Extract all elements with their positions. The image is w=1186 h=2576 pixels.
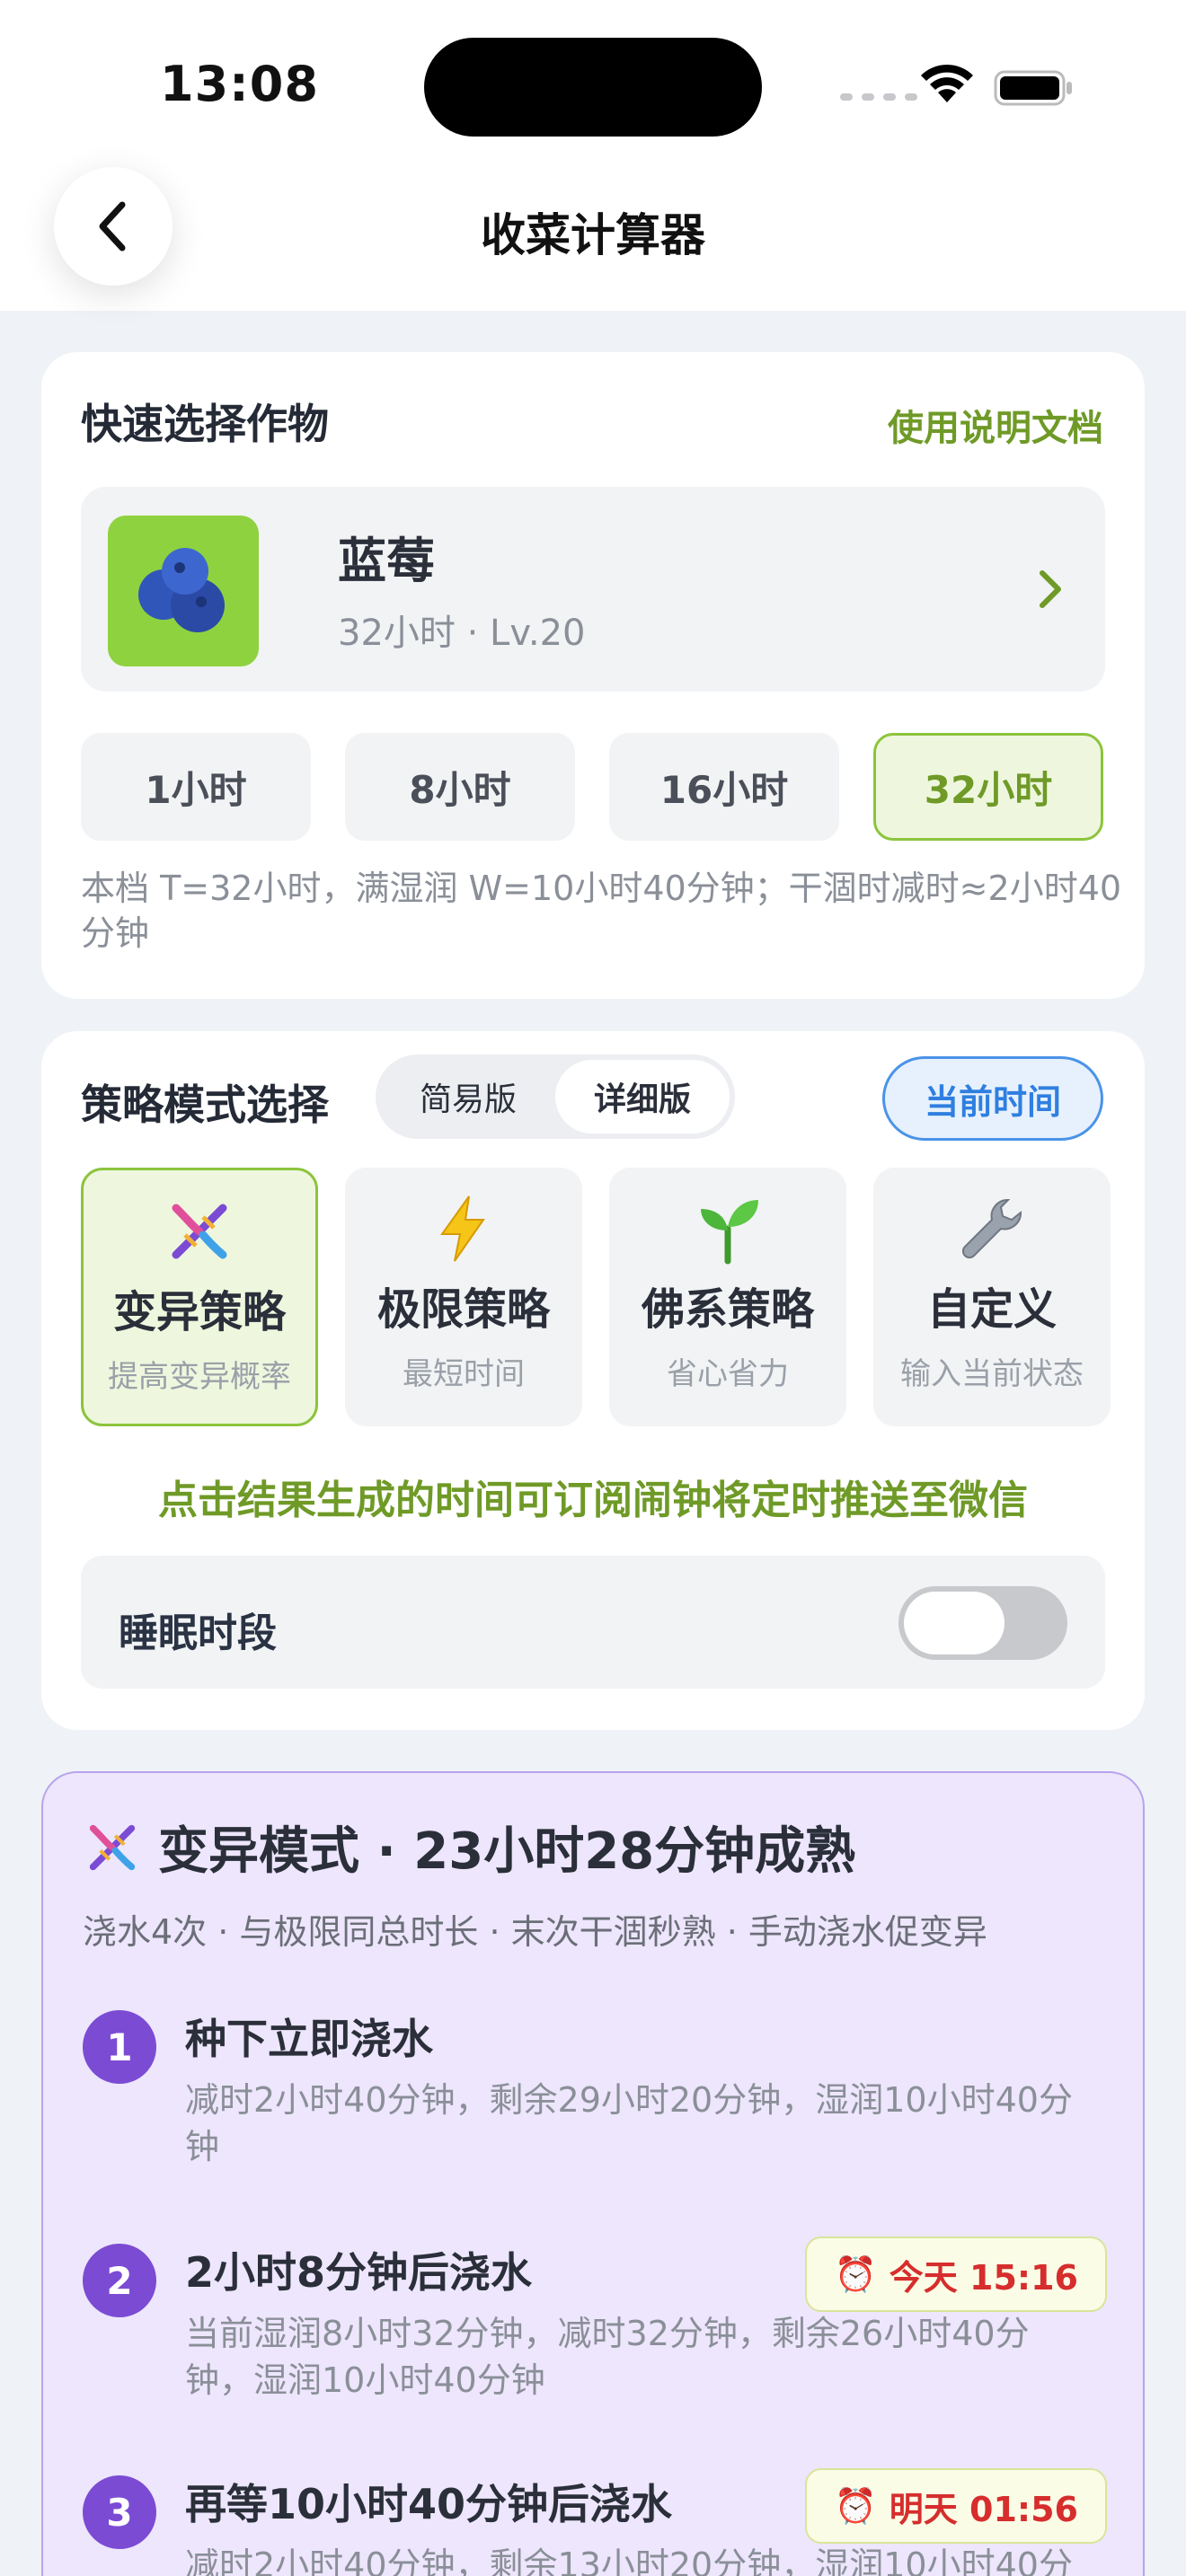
strategy-sub: 提高变异概率 <box>108 1359 291 1395</box>
quick-select-card: 快速选择作物 使用说明文档 蓝莓 32小时 · Lv.20 1小时 8小时 16… <box>41 352 1145 999</box>
alarm-time: 明天 01:56 <box>889 2489 1078 2529</box>
dna-icon <box>89 1824 136 1870</box>
sleep-period-row: 睡眠时段 <box>81 1556 1105 1689</box>
alarm-button[interactable]: ⏰ 今天 15:16 <box>805 2236 1107 2312</box>
step-desc: 减时2小时40分钟，剩余13小时20分钟，湿润10小时40分钟 <box>185 2545 1073 2576</box>
strategy-name: 极限策略 <box>376 1284 550 1335</box>
doc-link[interactable]: 使用说明文档 <box>888 399 1103 451</box>
duration-32h[interactable]: 32小时 <box>873 733 1103 841</box>
duration-8h[interactable]: 8小时 <box>345 733 575 841</box>
strategy-sub: 输入当前状态 <box>900 1356 1084 1392</box>
step-number: 3 <box>83 2475 156 2549</box>
wifi-icon <box>921 64 973 102</box>
segment-simple[interactable]: 简易版 <box>381 1060 555 1134</box>
step-number: 2 <box>83 2244 156 2317</box>
strategy-name: 变异策略 <box>112 1287 286 1337</box>
dynamic-island <box>424 38 762 137</box>
crop-name: 蓝莓 <box>338 533 435 589</box>
page-title: 收菜计算器 <box>481 209 705 261</box>
blueberry-icon <box>108 516 259 666</box>
duration-1h[interactable]: 1小时 <box>81 733 311 841</box>
strategy-mutation[interactable]: 变异策略 提高变异概率 <box>81 1168 318 1426</box>
quick-select-title: 快速选择作物 <box>81 400 329 448</box>
duration-note: 本档 T=32小时，满湿润 W=10小时40分钟；干涸时减时≈2小时40分钟 <box>81 869 1122 953</box>
duration-16h[interactable]: 16小时 <box>609 733 839 841</box>
alarm-clock-icon: ⏰ <box>834 2254 877 2294</box>
step-title: 种下立即浇水 <box>185 2015 433 2063</box>
alarm-time: 今天 15:16 <box>889 2257 1078 2298</box>
crop-selector[interactable]: 蓝莓 32小时 · Lv.20 <box>81 487 1105 692</box>
strategy-options: 变异策略 提高变异概率 极限策略 最短时间 佛系策略 省心省力 自定义 输入当前… <box>81 1168 1111 1426</box>
result-title-row: 变异模式 · 23小时28分钟成熟 <box>83 1811 855 1883</box>
current-time-button[interactable]: 当前时间 <box>881 1056 1103 1141</box>
strategy-name: 自定义 <box>926 1284 1057 1335</box>
alarm-clock-icon: ⏰ <box>834 2485 877 2526</box>
strategy-sub: 省心省力 <box>667 1356 789 1392</box>
step-title: 2小时8分钟后浇水 <box>185 2248 533 2297</box>
strategy-extreme[interactable]: 极限策略 最短时间 <box>345 1168 582 1426</box>
result-card: 变异模式 · 23小时28分钟成熟 浇水4次 · 与极限同总时长 · 末次干涸秒… <box>41 1771 1145 2576</box>
crop-meta: 32小时 · Lv.20 <box>338 613 586 654</box>
result-subtitle: 浇水4次 · 与极限同总时长 · 末次干涸秒熟 · 手动浇水促变异 <box>83 1912 987 1952</box>
strategy-relaxed[interactable]: 佛系策略 省心省力 <box>609 1168 846 1426</box>
seedling-icon <box>701 1200 758 1265</box>
strategy-title: 策略模式选择 <box>81 1081 329 1129</box>
signal-icon <box>840 93 917 101</box>
strategy-sub: 最短时间 <box>403 1356 525 1392</box>
mode-segmented-control: 简易版 详细版 <box>376 1054 735 1139</box>
dna-icon <box>172 1204 227 1259</box>
segment-detailed[interactable]: 详细版 <box>555 1060 730 1134</box>
sleep-toggle[interactable] <box>898 1586 1067 1660</box>
step-desc: 当前湿润8小时32分钟，减时32分钟，剩余26小时40分钟，湿润10小时40分钟 <box>185 2314 1030 2400</box>
strategy-card: 策略模式选择 简易版 详细版 当前时间 变异策略 提高变异概率 极限策略 最短时… <box>41 1031 1145 1730</box>
strategy-custom[interactable]: 自定义 输入当前状态 <box>873 1168 1111 1426</box>
wrench-icon <box>961 1198 1022 1259</box>
lightning-icon <box>440 1195 485 1262</box>
step-number: 1 <box>83 2010 156 2084</box>
chevron-right-icon <box>1040 570 1061 608</box>
result-title: 变异模式 · 23小时28分钟成熟 <box>158 1822 856 1881</box>
subscribe-tip: 点击结果生成的时间可订阅闹钟将定时推送至微信 <box>158 1478 1028 1523</box>
battery-icon <box>994 70 1072 106</box>
duration-options: 1小时 8小时 16小时 32小时 <box>81 733 1103 841</box>
sleep-label: 睡眠时段 <box>119 1610 277 1656</box>
alarm-button[interactable]: ⏰ 明天 01:56 <box>805 2468 1107 2544</box>
step-desc: 减时2小时40分钟，剩余29小时20分钟，湿润10小时40分钟 <box>185 2080 1073 2166</box>
strategy-name: 佛系策略 <box>641 1284 814 1335</box>
step-title: 再等10小时40分钟后浇水 <box>185 2480 673 2528</box>
status-time: 13:08 <box>160 56 319 112</box>
